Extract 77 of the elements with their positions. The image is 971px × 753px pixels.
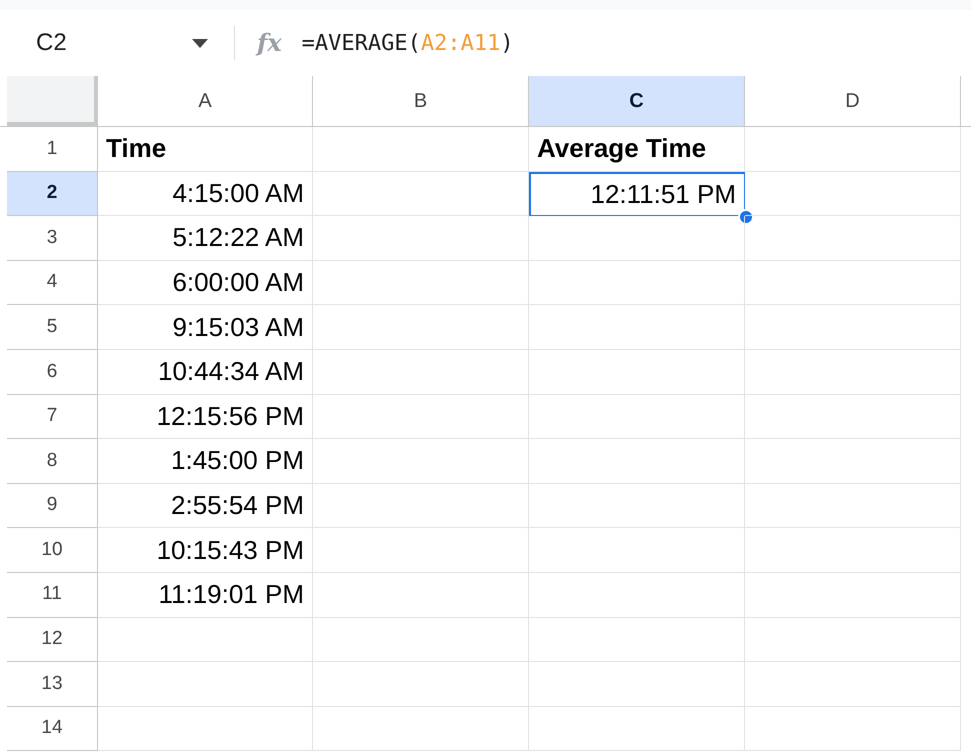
table-cell[interactable]: Average Time bbox=[529, 127, 745, 172]
table-cell[interactable]: 10:44:34 AM bbox=[98, 350, 313, 395]
row-header[interactable]: 3 bbox=[7, 216, 98, 261]
table-cell[interactable] bbox=[313, 394, 529, 440]
table-cell[interactable] bbox=[98, 618, 313, 662]
table-cell[interactable] bbox=[313, 439, 529, 484]
table-cell[interactable] bbox=[529, 528, 745, 573]
row-header[interactable]: 7 bbox=[7, 394, 98, 440]
table-cell[interactable] bbox=[745, 260, 961, 306]
table-cell[interactable]: 1:45:00 PM bbox=[98, 439, 313, 484]
table-cell[interactable] bbox=[313, 484, 529, 528]
table-cell[interactable] bbox=[745, 618, 961, 662]
table-cell[interactable] bbox=[529, 662, 745, 707]
table-cell[interactable]: 6:00:00 AM bbox=[98, 260, 313, 306]
table-cell[interactable] bbox=[745, 216, 961, 261]
table-cell[interactable]: 4:15:00 AM bbox=[98, 172, 313, 216]
table-cell[interactable] bbox=[98, 662, 313, 707]
cell-reference: C2 bbox=[36, 28, 67, 58]
table-cell[interactable]: 5:12:22 AM bbox=[98, 216, 313, 261]
table-cell[interactable] bbox=[313, 350, 529, 395]
row-header[interactable]: 1 bbox=[7, 127, 98, 172]
table-cell[interactable] bbox=[529, 439, 745, 484]
table-cell[interactable]: Time bbox=[98, 127, 313, 172]
row-header[interactable]: 10 bbox=[7, 528, 98, 573]
formula-text[interactable]: =AVERAGE(A2:A11) bbox=[302, 26, 514, 60]
select-all-corner[interactable] bbox=[7, 76, 98, 126]
table-cell[interactable] bbox=[745, 127, 961, 172]
table-cell[interactable]: 11:19:01 PM bbox=[98, 572, 313, 618]
table-cell[interactable] bbox=[745, 662, 961, 707]
table-cell[interactable] bbox=[745, 439, 961, 484]
fx-icon: fx bbox=[257, 25, 282, 61]
table-cell[interactable] bbox=[745, 305, 961, 350]
table-cell[interactable]: 2:55:54 PM bbox=[98, 484, 313, 528]
table-cell[interactable] bbox=[529, 305, 745, 350]
table-cell[interactable] bbox=[745, 706, 961, 752]
table-cell[interactable] bbox=[529, 394, 745, 440]
table-cell[interactable] bbox=[529, 216, 745, 261]
row-header[interactable]: 5 bbox=[7, 305, 98, 350]
table-cell[interactable] bbox=[529, 572, 745, 618]
table-cell[interactable] bbox=[745, 394, 961, 440]
table-cell[interactable] bbox=[745, 172, 961, 216]
row-header[interactable]: 8 bbox=[7, 439, 98, 484]
row-header[interactable]: 12 bbox=[7, 618, 98, 662]
row-header[interactable]: 13 bbox=[7, 662, 98, 707]
table-cell[interactable] bbox=[313, 260, 529, 306]
table-cell[interactable]: 9:15:03 AM bbox=[98, 305, 313, 350]
table-cell[interactable] bbox=[529, 350, 745, 395]
table-cell[interactable] bbox=[745, 528, 961, 573]
table-cell[interactable] bbox=[529, 484, 745, 528]
table-cell[interactable] bbox=[313, 528, 529, 573]
table-cell[interactable]: 10:15:43 PM bbox=[98, 528, 313, 573]
row-header[interactable]: 11 bbox=[7, 572, 98, 618]
row-header[interactable]: 6 bbox=[7, 350, 98, 395]
table-cell[interactable] bbox=[313, 706, 529, 752]
table-cell[interactable] bbox=[745, 484, 961, 528]
table-cell[interactable]: 12:11:51 PM bbox=[529, 172, 745, 216]
column-header[interactable]: C bbox=[529, 76, 745, 126]
name-box[interactable]: C2 bbox=[36, 25, 216, 61]
table-cell[interactable] bbox=[529, 618, 745, 662]
table-cell[interactable] bbox=[313, 572, 529, 618]
caret-icon bbox=[192, 38, 208, 48]
row-header[interactable]: 9 bbox=[7, 484, 98, 528]
table-cell[interactable] bbox=[745, 350, 961, 395]
row-header[interactable]: 4 bbox=[7, 260, 98, 306]
table-cell[interactable] bbox=[313, 216, 529, 261]
table-cell[interactable] bbox=[529, 706, 745, 752]
table-cell[interactable] bbox=[313, 305, 529, 350]
row-header[interactable]: 14 bbox=[7, 706, 98, 752]
table-cell[interactable] bbox=[313, 172, 529, 216]
table-cell[interactable] bbox=[313, 618, 529, 662]
table-cell[interactable] bbox=[529, 260, 745, 306]
table-cell[interactable]: 12:15:56 PM bbox=[98, 394, 313, 440]
table-cell[interactable] bbox=[745, 572, 961, 618]
row-header[interactable]: 2 bbox=[7, 172, 98, 216]
table-cell[interactable] bbox=[313, 127, 529, 172]
table-cell[interactable] bbox=[313, 662, 529, 707]
table-cell[interactable] bbox=[98, 706, 313, 752]
